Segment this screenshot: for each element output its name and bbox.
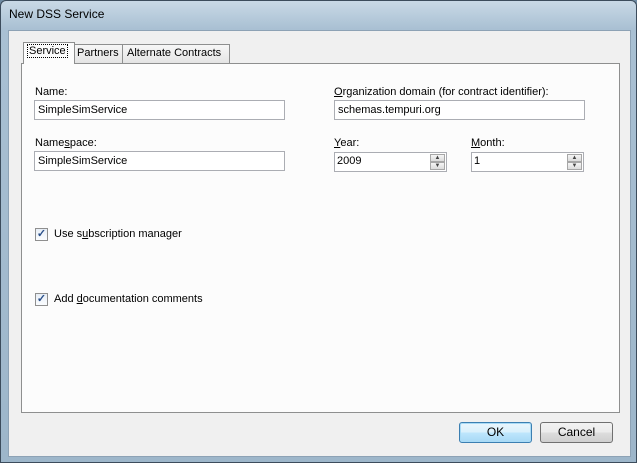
add-documentation-comments-checkbox[interactable]: ✓ [35, 293, 48, 306]
ok-button[interactable]: OK [459, 422, 532, 443]
tab-service[interactable]: Service [23, 42, 75, 64]
year-spin-buttons: ▲ ▼ [430, 154, 445, 170]
dialog-window: New DSS Service Service Partners Alterna… [0, 0, 637, 463]
use-subscription-manager-label[interactable]: Use subscription manager [54, 228, 182, 240]
year-value: 2009 [337, 155, 362, 167]
namespace-label: Namespace: [35, 137, 97, 149]
cancel-button[interactable]: Cancel [540, 422, 613, 443]
add-documentation-comments-label[interactable]: Add documentation comments [54, 293, 203, 305]
month-up-arrow-icon[interactable]: ▲ [567, 154, 582, 162]
tab-partners[interactable]: Partners [72, 44, 124, 63]
month-spinner[interactable]: 1 ▲ ▼ [471, 152, 584, 172]
month-label: Month: [471, 137, 505, 149]
year-label: Year: [334, 137, 360, 149]
month-down-arrow-icon[interactable]: ▼ [567, 162, 582, 170]
name-input[interactable]: SimpleSimService [34, 100, 285, 120]
service-tab-panel: Name: SimpleSimService Namespace: Simple… [21, 63, 620, 413]
year-up-arrow-icon[interactable]: ▲ [430, 154, 445, 162]
org-domain-input[interactable]: schemas.tempuri.org [334, 100, 585, 120]
checkmark-icon: ✓ [36, 228, 47, 240]
tab-alternate-contracts[interactable]: Alternate Contracts [122, 44, 230, 63]
month-value: 1 [474, 155, 481, 167]
namespace-input[interactable]: SimpleSimService [34, 151, 285, 171]
dialog-client: Service Partners Alternate Contracts Nam… [8, 30, 631, 457]
title-bar[interactable]: New DSS Service [1, 1, 636, 28]
year-spinner[interactable]: 2009 ▲ ▼ [334, 152, 447, 172]
month-spin-buttons: ▲ ▼ [567, 154, 582, 170]
checkmark-icon: ✓ [36, 293, 47, 305]
name-label: Name: [35, 86, 68, 98]
org-domain-label: Organization domain (for contract identi… [334, 86, 549, 98]
year-down-arrow-icon[interactable]: ▼ [430, 162, 445, 170]
window-title: New DSS Service [9, 7, 105, 21]
use-subscription-manager-checkbox[interactable]: ✓ [35, 228, 48, 241]
